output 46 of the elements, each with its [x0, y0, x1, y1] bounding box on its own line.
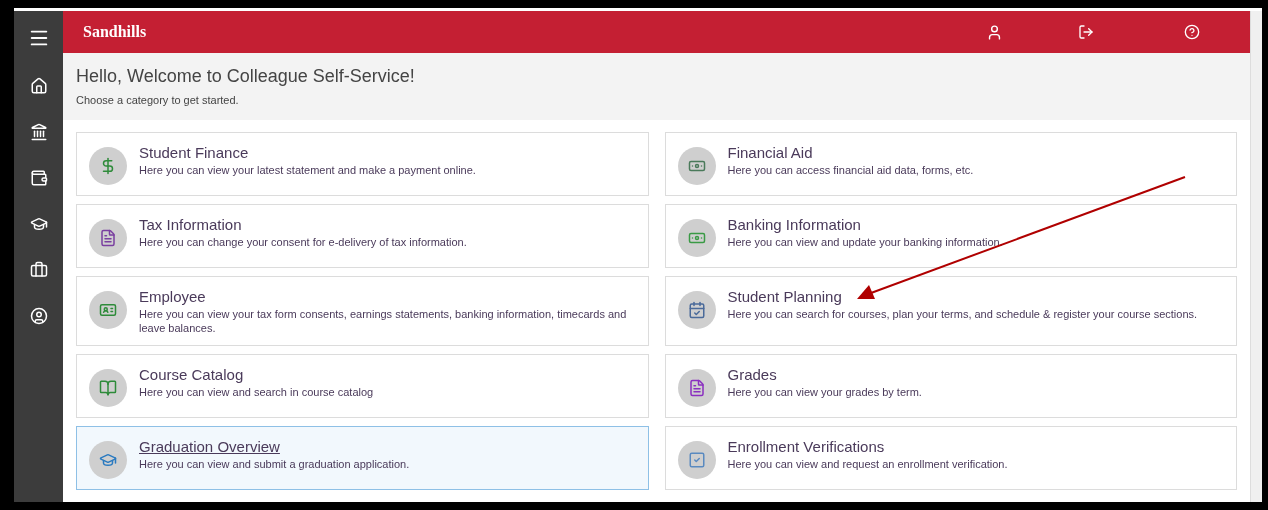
card-title: Student Planning [727, 286, 843, 307]
card-title: Graduation Overview [139, 436, 281, 457]
book-icon [99, 378, 117, 397]
category-card[interactable]: Banking Information Here you can view and update your banking information. [664, 203, 1237, 268]
graduation-cap-icon[interactable] [29, 215, 48, 233]
category-card[interactable]: Course Catalog Here you can view and search in course catalog [76, 353, 649, 418]
college-logo[interactable]: Sandhills [83, 20, 147, 44]
category-card[interactable]: Enrollment Verifications Here you can view and request an enrollment verification. [664, 425, 1237, 490]
briefcase-icon[interactable] [29, 261, 48, 279]
category-card[interactable]: Student Planning Here you can search for courses, plan your terms, and schedule & register your course sections. [664, 275, 1237, 346]
card-description: Here you can access financial aid data, forms, etc. [727, 162, 974, 177]
welcome-subtitle: Choose a category to get started. [76, 93, 240, 108]
card-title: Student Finance [139, 142, 250, 163]
card-description: Here you can view and request an enrollment verification. [727, 456, 1008, 471]
card-title: Enrollment Verifications [727, 436, 886, 457]
card-title: Tax Information [139, 214, 243, 235]
card-description: Here you can view and search in course catalog [139, 384, 374, 399]
checkbox-icon [687, 450, 706, 469]
card-description: Here you can view and submit a graduation application. [139, 456, 410, 471]
card-description: Here you can view your latest statement and make a payment online. [139, 162, 476, 177]
user-icon[interactable] [986, 23, 1003, 41]
category-card[interactable]: Graduation Overview Here you can view and submit a graduation application. [76, 425, 649, 490]
card-title: Employee [139, 286, 207, 307]
category-card[interactable]: Employee Here you can view your tax form consents, earnings statements, banking information, timecards and leave balances. [76, 275, 649, 346]
document-icon [99, 228, 117, 247]
category-card[interactable]: Student Finance Here you can view your latest statement and make a payment online. [76, 131, 649, 196]
category-card[interactable]: Financial Aid Here you can access financial aid data, forms, etc. [664, 131, 1237, 196]
card-description: Here you can change your consent for e-delivery of tax information. [139, 234, 467, 249]
home-icon[interactable] [29, 77, 48, 95]
calendar-icon [687, 300, 706, 319]
card-description: Here you can view and update your banking information. [727, 234, 1003, 249]
card-title: Grades [727, 364, 778, 385]
card-title: Financial Aid [727, 142, 814, 163]
category-card[interactable]: Grades Here you can view your grades by term. [664, 353, 1237, 418]
card-title: Course Catalog [139, 364, 245, 385]
bank-icon[interactable] [29, 123, 48, 141]
category-card[interactable]: Tax Information Here you can change your consent for e-delivery of tax information. [76, 203, 649, 268]
help-icon[interactable] [1184, 24, 1200, 40]
card-title: Banking Information [727, 214, 862, 235]
card-description: Here you can view your tax form consents, earnings statements, banking information, timecards and leave balances. [139, 306, 628, 335]
card-description: Here you can search for courses, plan your terms, and schedule & register your course sections. [727, 306, 1198, 321]
user-icon[interactable] [29, 307, 48, 325]
grade-icon [687, 378, 706, 397]
sign-out-icon[interactable] [1078, 24, 1094, 40]
card-description: Here you can view your grades by term. [727, 384, 922, 399]
welcome-title: Hello, Welcome to Colleague Self-Service! [76, 65, 416, 88]
